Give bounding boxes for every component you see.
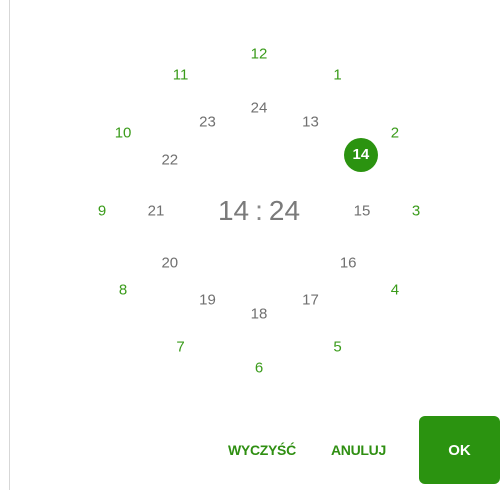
hour-option-15[interactable]: 15 [354,204,371,219]
hour-option-18[interactable]: 18 [251,307,268,322]
hour-option-11[interactable]: 11 [173,68,189,83]
time-minutes[interactable]: 24 [269,195,300,227]
hour-option-selected[interactable]: 14 [343,137,378,172]
hour-option-8[interactable]: 8 [119,282,127,297]
dialog-actions: WYCZYŚĆ ANULUJ OK [0,416,503,486]
hour-option-20[interactable]: 20 [161,255,178,270]
hour-option-6[interactable]: 6 [255,361,263,376]
time-separator: : [255,195,263,226]
time-display: 14 : 24 [218,195,300,227]
hour-option-5[interactable]: 5 [333,339,341,354]
hour-option-19[interactable]: 19 [199,293,216,308]
hour-option-10[interactable]: 10 [115,125,132,140]
hour-option-24[interactable]: 24 [251,101,268,116]
hour-option-16[interactable]: 16 [340,255,357,270]
ok-button[interactable]: OK [419,416,500,484]
hour-option-13[interactable]: 13 [302,114,319,129]
hour-option-4[interactable]: 4 [391,282,399,297]
hour-option-22[interactable]: 22 [161,152,178,167]
hour-option-2[interactable]: 2 [391,125,399,140]
hour-option-9[interactable]: 9 [98,204,106,219]
clear-button[interactable]: WYCZYŚĆ [226,438,298,462]
hour-option-21[interactable]: 21 [148,204,165,219]
hour-option-12[interactable]: 12 [251,47,268,62]
time-hours[interactable]: 14 [218,195,249,227]
hour-option-7[interactable]: 7 [176,339,184,354]
hour-option-23[interactable]: 23 [199,114,216,129]
cancel-button[interactable]: ANULUJ [329,438,388,462]
hour-option-17[interactable]: 17 [302,293,319,308]
hour-option-3[interactable]: 3 [412,204,420,219]
hour-option-1[interactable]: 1 [333,68,341,83]
